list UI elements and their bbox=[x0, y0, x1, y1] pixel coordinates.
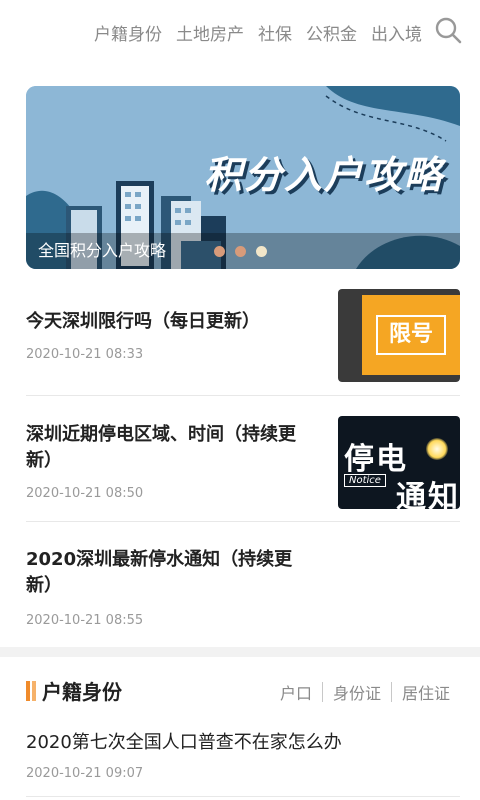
carousel-indicators bbox=[214, 246, 267, 257]
tab-residence-permit[interactable]: 居住证 bbox=[392, 680, 460, 704]
tab-hukou[interactable]: 户口 bbox=[270, 680, 322, 704]
thumb-label: 通知 bbox=[396, 480, 460, 509]
top-nav: 户籍身份 土地房产 社保 公积金 出入境 bbox=[0, 0, 480, 64]
divider bbox=[26, 796, 460, 797]
news-item[interactable]: 2020深圳最新停水通知（持续更新） 2020-10-21 08:55 bbox=[26, 540, 460, 640]
carousel-dot[interactable] bbox=[235, 246, 246, 257]
nav-item-social-security[interactable]: 社保 bbox=[258, 20, 292, 45]
news-item[interactable]: 今天深圳限行吗（每日更新） 2020-10-21 08:33 限号 bbox=[26, 288, 460, 388]
divider bbox=[26, 521, 460, 522]
nav-item-land[interactable]: 土地房产 bbox=[176, 20, 244, 45]
news-date: 2020-10-21 08:33 bbox=[26, 347, 144, 362]
banner-caption: 全国积分入户攻略 bbox=[38, 241, 167, 260]
carousel-dot-active[interactable] bbox=[256, 246, 267, 257]
news-title[interactable]: 深圳近期停电区域、时间（持续更新） bbox=[26, 422, 316, 474]
section-tabs: 户口 身份证 居住证 bbox=[270, 680, 460, 704]
carousel-dot[interactable] bbox=[214, 246, 225, 257]
search-icon[interactable] bbox=[434, 16, 462, 44]
section-title: 户籍身份 bbox=[42, 680, 122, 704]
section-separator bbox=[0, 647, 480, 657]
category-nav: 户籍身份 土地房产 社保 公积金 出入境 bbox=[94, 20, 422, 45]
thumb-notice-badge: Notice bbox=[344, 474, 386, 487]
news-thumbnail[interactable]: 停电 Notice 通知 bbox=[338, 416, 460, 509]
news-title[interactable]: 2020深圳最新停水通知（持续更新） bbox=[26, 547, 316, 599]
news-date: 2020-10-21 08:50 bbox=[26, 486, 144, 501]
banner-image-title: 积分入户攻略 bbox=[203, 153, 444, 197]
lightbulb-icon bbox=[426, 438, 448, 460]
nav-item-exit-entry[interactable]: 出入境 bbox=[371, 20, 422, 45]
news-thumbnail[interactable]: 限号 bbox=[338, 289, 460, 382]
divider bbox=[26, 395, 460, 396]
news-item[interactable]: 深圳近期停电区域、时间（持续更新） 2020-10-21 08:50 停电 No… bbox=[26, 415, 460, 515]
section-item-date: 2020-10-21 09:07 bbox=[26, 766, 144, 781]
news-date: 2020-10-21 08:55 bbox=[26, 613, 144, 628]
nav-item-hukou[interactable]: 户籍身份 bbox=[94, 20, 162, 45]
thumb-label: 限号 bbox=[376, 315, 446, 355]
tab-id-card[interactable]: 身份证 bbox=[323, 680, 391, 704]
section-accent-bar bbox=[26, 681, 30, 701]
section-accent-bar bbox=[32, 681, 36, 701]
nav-item-housing-fund[interactable]: 公积金 bbox=[306, 20, 357, 45]
section-header: 户籍身份 户口 身份证 居住证 bbox=[26, 676, 460, 706]
banner-carousel[interactable]: 积分入户攻略 全国积分入户攻略 bbox=[26, 86, 460, 269]
news-title[interactable]: 今天深圳限行吗（每日更新） bbox=[26, 309, 316, 335]
section-item-title[interactable]: 2020第七次全国人口普查不在家怎么办 bbox=[26, 728, 342, 754]
